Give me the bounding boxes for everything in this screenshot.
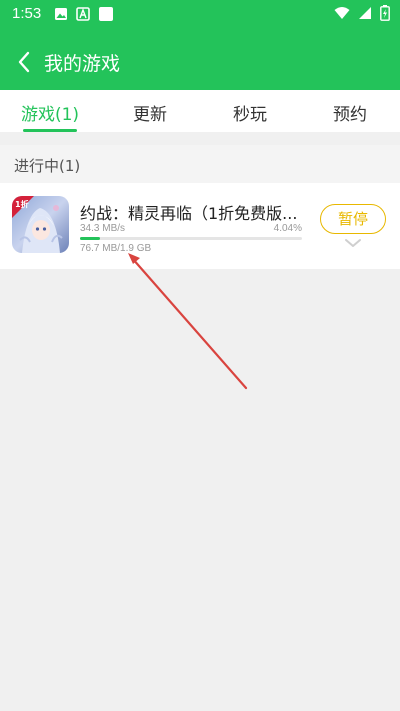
signal-icon xyxy=(359,7,371,19)
download-percent: 4.04% xyxy=(273,223,302,234)
chevron-left-icon xyxy=(18,51,30,73)
tab-updates[interactable]: 更新 xyxy=(100,90,200,132)
status-bar: 1:53 xyxy=(0,0,400,28)
pause-button[interactable]: 暂停 xyxy=(320,204,386,234)
back-button[interactable] xyxy=(4,40,44,84)
a-badge-icon xyxy=(76,7,90,21)
app-bar: 1:53 我的游戏 xyxy=(0,0,400,90)
wifi-icon xyxy=(334,7,350,19)
tab-bar: 游戏(1) 更新 秒玩 预约 xyxy=(0,90,400,132)
game-icon[interactable]: 1折 xyxy=(12,196,69,253)
progress-bar xyxy=(80,237,302,240)
tab-reservations[interactable]: 预约 xyxy=(300,90,400,132)
status-right-group xyxy=(334,5,390,21)
tab-games[interactable]: 游戏(1) xyxy=(0,90,100,132)
title-bar: 我的游戏 xyxy=(0,40,400,84)
download-size: 76.7 MB/1.9 GB xyxy=(80,243,152,254)
section-header: 进行中(1) xyxy=(0,145,400,183)
progress-fill xyxy=(80,237,100,240)
download-item[interactable]: 1折 约战：精灵再临（1折免费版... 34.3 MB/s 4.04% 76.7… xyxy=(0,183,400,269)
tab-instant-play[interactable]: 秒玩 xyxy=(200,90,300,132)
status-time: 1:53 xyxy=(12,5,42,22)
square-icon xyxy=(99,7,113,21)
game-icon-badge: 1折 xyxy=(15,200,29,209)
battery-charging-icon xyxy=(380,5,390,21)
image-icon xyxy=(55,8,67,20)
page-title: 我的游戏 xyxy=(44,52,121,75)
chevron-down-icon[interactable] xyxy=(344,237,362,249)
download-speed: 34.3 MB/s xyxy=(80,223,126,234)
game-name: 约战：精灵再临（1折免费版... xyxy=(80,204,298,223)
